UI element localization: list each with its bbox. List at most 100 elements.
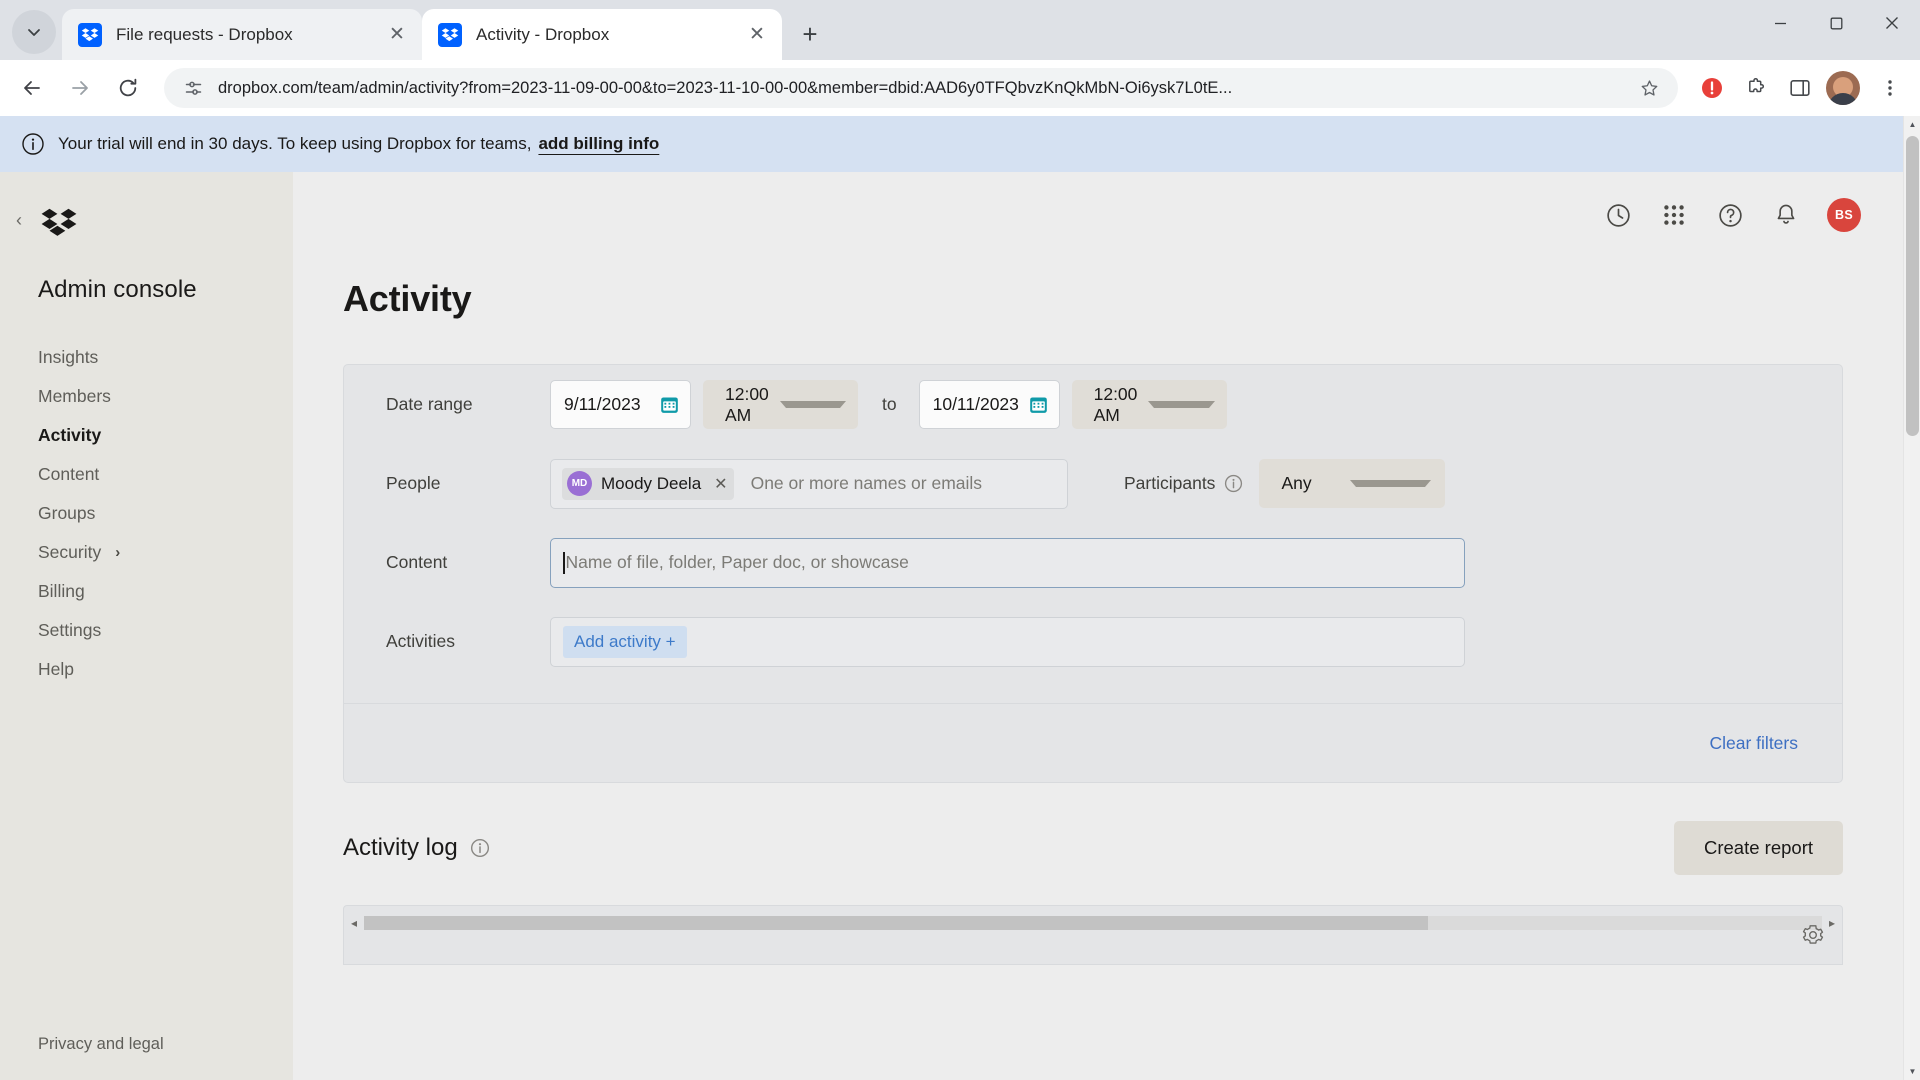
sidebar-item-billing[interactable]: Billing: [0, 572, 293, 611]
trial-banner-text: Your trial will end in 30 days. To keep …: [58, 134, 532, 153]
scrollbar-track[interactable]: [364, 916, 1822, 930]
close-icon[interactable]: ✕: [384, 22, 410, 48]
sidebar-item-help[interactable]: Help: [0, 650, 293, 689]
end-date-input[interactable]: 10/11/2023: [918, 380, 1060, 429]
help-icon[interactable]: [1707, 192, 1753, 238]
back-arrow-icon: [24, 81, 40, 95]
people-placeholder: One or more names or emails: [750, 473, 983, 493]
new-tab-button[interactable]: +: [790, 14, 830, 54]
scroll-up-arrow[interactable]: ▲: [1904, 116, 1920, 133]
app-body: ‹ Admin console Insights Members Activit…: [0, 172, 1903, 1080]
filters-card: Date range 9/11/2023 12:00 AM to 10/11/2…: [343, 364, 1843, 783]
sidebar-item-security[interactable]: Security ›: [0, 533, 293, 572]
tab-search-button[interactable]: [12, 10, 56, 54]
sidebar-item-label: Content: [38, 464, 100, 484]
chevron-left-icon[interactable]: ‹: [16, 210, 22, 231]
tab-title: Activity - Dropbox: [476, 24, 610, 44]
minimize-button[interactable]: [1752, 0, 1808, 46]
maximize-button[interactable]: [1808, 0, 1864, 46]
extensions-icon[interactable]: [1736, 68, 1776, 108]
add-billing-info-link[interactable]: add billing info: [538, 134, 659, 154]
notifications-bell-icon[interactable]: [1763, 192, 1809, 238]
date-range-separator: to: [882, 394, 897, 414]
end-time-select[interactable]: 12:00 AM: [1071, 380, 1227, 429]
text-cursor: [563, 551, 565, 574]
apps-grid-icon[interactable]: [1651, 192, 1697, 238]
activities-input[interactable]: Add activity +: [550, 616, 1465, 667]
remove-person-icon[interactable]: ✕: [714, 474, 727, 494]
calendar-icon[interactable]: [1028, 394, 1049, 415]
sidebar-item-settings[interactable]: Settings: [0, 611, 293, 650]
add-activity-button[interactable]: Add activity +: [563, 625, 687, 658]
scroll-left-arrow[interactable]: ◂: [344, 916, 364, 930]
page-title: Activity: [343, 278, 472, 319]
content-input[interactable]: Name of file, folder, Paper doc, or show…: [550, 537, 1465, 588]
calendar-icon[interactable]: [659, 394, 680, 415]
sidebar: ‹ Admin console Insights Members Activit…: [0, 172, 293, 1080]
address-bar[interactable]: dropbox.com/team/admin/activity?from=202…: [164, 68, 1678, 108]
sidebar-item-label: Members: [38, 386, 111, 406]
sidebar-item-label: Security: [38, 542, 102, 562]
sidebar-item-members[interactable]: Members: [0, 377, 293, 416]
scroll-down-arrow[interactable]: ▼: [1904, 1063, 1920, 1080]
close-icon[interactable]: ✕: [744, 22, 770, 48]
sidebar-item-label: Settings: [38, 620, 102, 640]
start-time-select[interactable]: 12:00 AM: [703, 380, 858, 429]
sidebar-item-insights[interactable]: Insights: [0, 338, 293, 377]
reload-button[interactable]: [106, 66, 150, 110]
privacy-and-legal-link[interactable]: Privacy and legal: [38, 1035, 164, 1053]
person-chip-name: Moody Deela: [601, 473, 702, 493]
page-container: Activity Date range 9/11/2023 12:00 AM t…: [293, 258, 1903, 1080]
sidebar-footer: Privacy and legal: [0, 1035, 293, 1080]
history-icon[interactable]: [1595, 192, 1641, 238]
content-label: Content: [386, 552, 448, 572]
sidebar-item-activity[interactable]: Activity: [0, 416, 293, 455]
people-label: People: [386, 473, 441, 493]
start-time-value: 12:00 AM: [725, 383, 769, 425]
browser-tab-file-requests[interactable]: File requests - Dropbox ✕: [62, 9, 422, 60]
tab-title: File requests - Dropbox: [116, 24, 293, 44]
side-panel-icon[interactable]: [1780, 68, 1820, 108]
info-icon[interactable]: [470, 838, 490, 858]
create-report-button[interactable]: Create report: [1674, 821, 1843, 875]
clear-filters-row: Clear filters: [344, 704, 1842, 782]
info-icon[interactable]: [1224, 474, 1243, 493]
close-window-button[interactable]: [1864, 0, 1920, 46]
clear-filters-link[interactable]: Clear filters: [1710, 733, 1799, 754]
browser-tab-activity[interactable]: Activity - Dropbox ✕: [422, 9, 782, 60]
activities-label: Activities: [386, 631, 456, 651]
sidebar-item-groups[interactable]: Groups: [0, 494, 293, 533]
table-horizontal-scrollbar[interactable]: ◂ ▸: [344, 914, 1842, 932]
browser-window: File requests - Dropbox ✕ Activity - Dro…: [0, 0, 1920, 1080]
forward-button[interactable]: [58, 66, 102, 110]
scrollbar-thumb[interactable]: [364, 916, 1429, 930]
person-chip[interactable]: MD Moody Deela ✕: [562, 467, 734, 500]
site-settings-icon[interactable]: [180, 75, 206, 101]
profile-avatar[interactable]: [1826, 71, 1860, 105]
menu-icon[interactable]: [1870, 68, 1910, 108]
chevron-down-icon: [1350, 480, 1432, 487]
dropbox-logo[interactable]: [38, 204, 293, 242]
start-date-value: 9/11/2023: [564, 394, 641, 414]
content-placeholder: Name of file, folder, Paper doc, or show…: [565, 552, 909, 572]
tab-strip: File requests - Dropbox ✕ Activity - Dro…: [0, 0, 1920, 60]
scroll-right-arrow[interactable]: ▸: [1822, 916, 1842, 930]
page-scrollbar[interactable]: ▲ ▼: [1903, 116, 1920, 1080]
filter-row-date-range: Date range 9/11/2023 12:00 AM to 10/11/2…: [344, 365, 1842, 444]
dropbox-icon: [78, 22, 102, 47]
table-settings-button[interactable]: [1802, 924, 1824, 946]
page-scrollbar-thumb[interactable]: [1906, 136, 1919, 436]
participants-select[interactable]: Any: [1259, 459, 1446, 508]
back-button[interactable]: [10, 66, 54, 110]
chevron-down-icon: [779, 401, 846, 408]
window-controls: [1752, 0, 1920, 60]
sidebar-item-content[interactable]: Content: [0, 455, 293, 494]
sidebar-item-label: Groups: [38, 503, 96, 523]
star-icon[interactable]: [1634, 73, 1664, 103]
minimize-icon: [1774, 22, 1786, 24]
people-input[interactable]: MD Moody Deela ✕ One or more names or em…: [550, 458, 1068, 509]
user-avatar[interactable]: BS: [1827, 198, 1861, 232]
shield-icon[interactable]: [1692, 68, 1732, 108]
start-date-input[interactable]: 9/11/2023: [550, 380, 691, 429]
chevron-right-icon: ›: [115, 544, 121, 561]
